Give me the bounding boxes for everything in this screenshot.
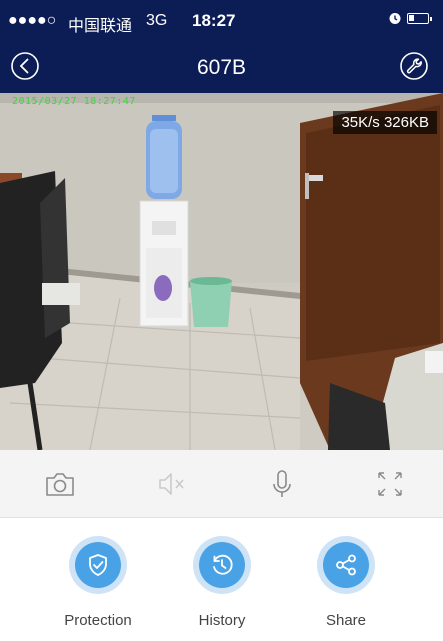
protection-label: Protection — [64, 612, 132, 629]
snapshot-button[interactable] — [42, 466, 78, 502]
protection-button-face — [75, 542, 121, 588]
history-button-ring — [193, 536, 251, 594]
protection-button[interactable]: Protection — [38, 536, 158, 629]
fullscreen-icon — [378, 472, 402, 496]
bitrate-indicator: 35K/s 326KB — [333, 111, 437, 134]
video-toolbar — [0, 450, 443, 518]
microphone-icon — [273, 470, 291, 497]
history-button[interactable]: History — [162, 536, 282, 629]
history-clock-icon — [213, 554, 233, 575]
settings-button[interactable] — [399, 51, 429, 81]
mute-button[interactable] — [152, 466, 188, 502]
camera-scene — [0, 93, 443, 450]
battery-icon — [407, 13, 432, 24]
share-button-ring — [317, 536, 375, 594]
signal-strength: ●●●●○ — [8, 12, 57, 29]
protection-button-ring — [69, 536, 127, 594]
network-type: 3G — [146, 12, 168, 29]
microphone-button[interactable] — [264, 466, 300, 502]
page-title: 607B — [196, 56, 247, 79]
status-bar: ●●●●○ 中国联通 3G 18:27 — [0, 0, 443, 42]
history-label: History — [198, 612, 246, 629]
share-icon — [336, 554, 356, 576]
share-button[interactable]: Share — [286, 536, 406, 629]
action-bar: Protection History Share — [0, 518, 443, 641]
shield-check-icon — [89, 554, 107, 576]
video-timestamp: 2015/03/27 18:27:47 — [12, 96, 136, 107]
camera-feed[interactable]: 2015/03/27 18:27:47 35K/s 326KB — [0, 93, 443, 450]
share-button-face — [323, 542, 369, 588]
wrench-icon — [400, 52, 428, 80]
share-label: Share — [325, 612, 367, 629]
status-time: 18:27 — [192, 11, 236, 30]
nav-bar: 607B — [0, 42, 443, 93]
history-button-face — [199, 542, 245, 588]
alarm-icon — [388, 11, 402, 30]
carrier-name: 中国联通 — [68, 18, 133, 35]
fullscreen-button[interactable] — [372, 466, 408, 502]
speaker-muted-icon — [159, 473, 184, 495]
camera-icon — [46, 473, 74, 496]
